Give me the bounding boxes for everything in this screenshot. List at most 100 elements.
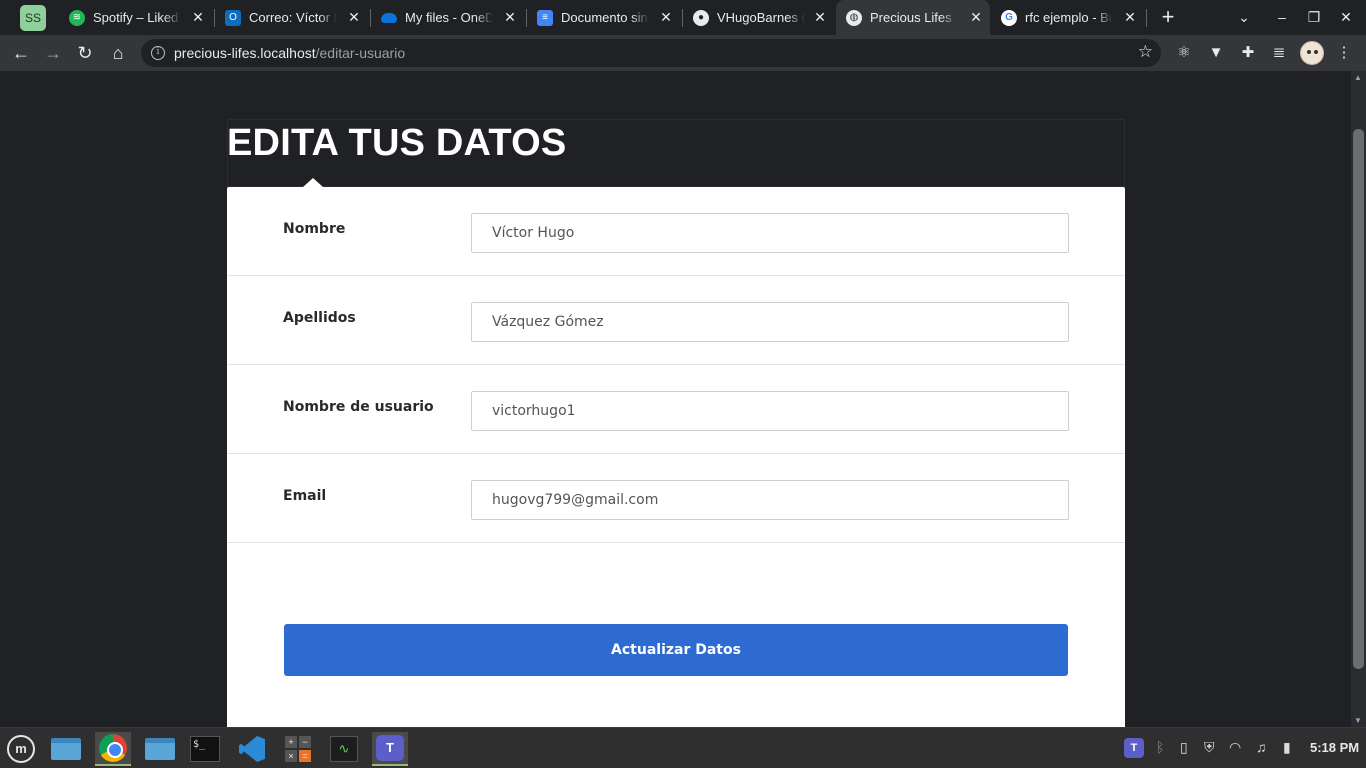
start-menu-button[interactable]: m [3, 732, 39, 766]
sound-icon[interactable]: ♫ [1256, 739, 1267, 755]
profile-avatar[interactable] [1300, 41, 1324, 65]
taskbar-vscode[interactable] [234, 732, 270, 766]
tab-title: Precious Lifes [870, 10, 952, 25]
site-info-icon[interactable]: i [151, 46, 165, 60]
nombre-input[interactable] [471, 213, 1069, 253]
extensions-puzzle-icon[interactable]: ✚ [1238, 43, 1258, 63]
close-tab-icon[interactable]: ✕ [1122, 9, 1138, 25]
vue-devtools-icon[interactable]: ▼ [1206, 43, 1226, 63]
tab-github[interactable]: ● VHugoBarnes (Víctor) ✕ [684, 0, 834, 35]
close-tab-icon[interactable]: ✕ [812, 9, 828, 25]
show-desktop-button[interactable] [48, 732, 84, 766]
restore-icon[interactable]: ❐ [1304, 7, 1324, 27]
browser-toolbar: ← → ↻ ⌂ i precious-lifes.localhost/edita… [0, 35, 1366, 71]
tab-google-docs[interactable]: ≡ Documento sin título ✕ [528, 0, 680, 35]
bluetooth-icon[interactable]: ᛒ [1156, 739, 1164, 755]
apellidos-label: Apellidos [283, 310, 356, 326]
card-pointer-caret [303, 178, 323, 187]
tab-spotify[interactable]: ≋ Spotify – Liked Songs ✕ [60, 0, 212, 35]
scrollbar-thumb[interactable] [1353, 129, 1364, 669]
clock[interactable]: 5:18 PM [1310, 740, 1359, 755]
url-host: precious-lifes.localhost [174, 45, 316, 61]
reload-icon[interactable]: ↻ [73, 41, 97, 65]
apellidos-input[interactable] [471, 302, 1069, 342]
battery-icon[interactable]: ▮ [1283, 739, 1291, 756]
desktop-icon [51, 738, 81, 760]
spotify-icon: ≋ [69, 9, 85, 26]
files-icon [145, 738, 175, 760]
new-tab-plus-icon[interactable]: + [1158, 6, 1178, 28]
tab-precious-lifes[interactable]: ◍ Precious Lifes ✕ [836, 0, 990, 35]
shield-icon[interactable]: ⛨ [1204, 739, 1215, 756]
address-bar[interactable]: i precious-lifes.localhost/editar-usuari… [141, 39, 1161, 67]
mint-logo-icon: m [7, 735, 35, 763]
url-text[interactable]: precious-lifes.localhost/editar-usuario [174, 45, 405, 61]
wifi-icon[interactable]: ◠ [1229, 739, 1241, 756]
tab-separator [214, 9, 215, 27]
home-icon[interactable]: ⌂ [106, 41, 130, 65]
chrome-icon [99, 734, 127, 762]
teams-icon: T [376, 735, 404, 761]
github-icon: ● [693, 9, 709, 26]
form-row-apellidos: Apellidos [227, 276, 1125, 365]
tab-separator [1146, 9, 1147, 27]
globe-icon: ◍ [846, 9, 862, 26]
tab-onedrive[interactable]: My files - OneDrive ✕ [372, 0, 524, 35]
taskbar-chrome[interactable] [95, 732, 131, 766]
taskbar-system-monitor[interactable]: ∿ [326, 732, 362, 766]
onedrive-icon [381, 12, 397, 23]
taskbar-calculator[interactable]: + − × = [280, 732, 316, 766]
tab-separator [370, 9, 371, 27]
taskbar: m $_ + − × = ∿ T T ᛒ ▯ ⛨ ◠ ♫ ▮ 5:18 PM [0, 727, 1366, 768]
tray-teams-icon[interactable]: T [1124, 738, 1144, 758]
close-tab-icon[interactable]: ✕ [968, 9, 984, 25]
email-input[interactable] [471, 480, 1069, 520]
tab-strip: SS ≋ Spotify – Liked Songs ✕ O Correo: V… [0, 0, 1366, 35]
minimize-icon[interactable]: ‒ [1272, 7, 1292, 27]
tab-search-chevron-icon[interactable]: ⌄ [1234, 7, 1254, 27]
tab-separator [682, 9, 683, 27]
close-tab-icon[interactable]: ✕ [658, 9, 674, 25]
tab-separator [526, 9, 527, 27]
scroll-down-icon[interactable]: ▼ [1354, 716, 1362, 725]
update-data-button[interactable]: Actualizar Datos [284, 624, 1068, 676]
username-input[interactable] [471, 391, 1069, 431]
outlook-icon: O [225, 9, 241, 26]
url-path: /editar-usuario [315, 45, 406, 61]
tab-google-search[interactable]: G rfc ejemplo - Buscar ✕ [992, 0, 1144, 35]
close-tab-icon[interactable]: ✕ [346, 9, 362, 25]
tab-outlook[interactable]: O Correo: Víctor Hugo ✕ [216, 0, 368, 35]
forward-arrow-icon[interactable]: → [41, 41, 65, 65]
taskbar-terminal[interactable]: $_ [187, 732, 223, 766]
google-icon: G [1001, 9, 1017, 26]
form-row-nombre: Nombre [227, 187, 1125, 276]
page-title: EDITA TUS DATOS [227, 122, 567, 164]
close-tab-icon[interactable]: ✕ [190, 9, 206, 25]
react-devtools-icon[interactable]: ⚛ [1174, 43, 1194, 63]
tab-title: rfc ejemplo - Buscar [1025, 10, 1113, 25]
tab-title: My files - OneDrive [405, 10, 493, 25]
docs-icon: ≡ [537, 9, 553, 26]
back-arrow-icon[interactable]: ← [9, 41, 33, 65]
clipboard-icon[interactable]: ▯ [1180, 739, 1188, 756]
profile-badge[interactable]: SS [20, 5, 46, 31]
tab-title: Spotify – Liked Songs [93, 10, 181, 25]
scroll-up-icon[interactable]: ▲ [1354, 73, 1362, 82]
calculator-icon: + − × = [285, 736, 311, 762]
terminal-icon: $_ [190, 736, 220, 762]
taskbar-files[interactable] [142, 732, 178, 766]
close-window-icon[interactable]: ✕ [1336, 7, 1356, 27]
page-scrollbar[interactable]: ▲ ▼ [1351, 71, 1366, 727]
system-monitor-icon: ∿ [330, 736, 358, 762]
nombre-label: Nombre [283, 221, 346, 237]
menu-kebab-icon[interactable]: ⋮ [1334, 43, 1354, 63]
taskbar-teams[interactable]: T [372, 732, 408, 766]
media-queue-icon[interactable]: ≣ [1269, 43, 1289, 63]
form-row-email: Email [227, 454, 1125, 543]
page-viewport: EDITA TUS DATOS Nombre Apellidos Nombre … [0, 71, 1351, 727]
close-tab-icon[interactable]: ✕ [502, 9, 518, 25]
bookmark-star-icon[interactable]: ☆ [1138, 42, 1153, 62]
tab-title: Correo: Víctor Hugo [249, 10, 337, 25]
email-label: Email [283, 488, 327, 504]
vscode-icon [239, 736, 265, 762]
